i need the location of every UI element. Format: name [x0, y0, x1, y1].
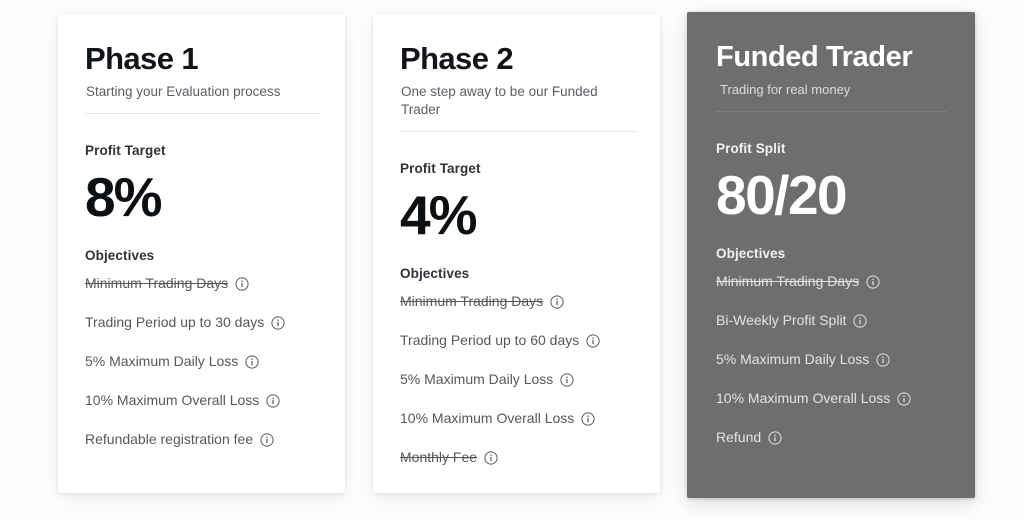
- objective-text: 10% Maximum Overall Loss: [400, 409, 575, 426]
- objective-text: Refund: [716, 428, 762, 445]
- objectives-label: Objectives: [85, 248, 155, 263]
- metric-label: Profit Split: [716, 141, 786, 156]
- objectives-list: Minimum Trading Days Trading Period up to…: [400, 281, 634, 476]
- header-divider: [400, 131, 636, 132]
- metric-value: 8%: [85, 166, 163, 228]
- objective-item: 10% Maximum Overall Loss: [400, 398, 634, 437]
- objective-text: Refundable registration fee: [85, 430, 254, 447]
- info-icon[interactable]: [260, 432, 274, 447]
- objective-item: Trading Period up to 60 days: [400, 320, 634, 359]
- objectives-label: Objectives: [400, 266, 470, 281]
- metric-label: Profit Target: [85, 143, 166, 158]
- objective-item: Minimum Trading Days: [400, 281, 634, 320]
- info-icon[interactable]: [235, 276, 249, 291]
- pricing-card-funded-trader[interactable]: Funded Trader Trading for real money Pro…: [687, 12, 975, 498]
- info-icon[interactable]: [271, 315, 285, 330]
- metric-label: Profit Target: [400, 161, 481, 176]
- info-icon[interactable]: [266, 393, 280, 408]
- objective-item: 5% Maximum Daily Loss: [716, 339, 949, 378]
- objectives-label: Objectives: [716, 246, 786, 261]
- objective-item: Minimum Trading Days: [716, 261, 949, 300]
- info-icon[interactable]: [866, 274, 880, 289]
- objective-item: Bi-Weekly Profit Split: [716, 300, 949, 339]
- card-content: Funded Trader Trading for real money Pro…: [687, 12, 975, 498]
- card-subtitle: One step away to be our Funded Trader: [401, 84, 598, 117]
- card-subtitle: Starting your Evaluation process: [86, 84, 281, 99]
- objective-text: 5% Maximum Daily Loss: [716, 350, 870, 367]
- header-divider: [716, 111, 947, 112]
- objective-text: Minimum Trading Days: [400, 292, 544, 309]
- objectives-list: Minimum Trading Days Bi-Weekly Profit Spl…: [716, 261, 949, 456]
- metric-value: 80/20: [716, 164, 848, 226]
- metric-value: 4%: [400, 184, 478, 246]
- objective-text: 5% Maximum Daily Loss: [400, 370, 554, 387]
- info-icon[interactable]: [768, 430, 782, 445]
- pricing-card-phase-1[interactable]: Phase 1 Starting your Evaluation process…: [58, 14, 345, 493]
- objective-text: Trading Period up to 30 days: [85, 313, 265, 330]
- info-icon[interactable]: [484, 450, 498, 465]
- card-title: Phase 2: [400, 41, 514, 76]
- info-icon[interactable]: [581, 411, 595, 426]
- objective-item: Minimum Trading Days: [85, 263, 319, 302]
- objective-text: 10% Maximum Overall Loss: [716, 389, 891, 406]
- card-title: Funded Trader: [716, 41, 913, 73]
- objective-item: 10% Maximum Overall Loss: [716, 378, 949, 417]
- objectives-list: Minimum Trading Days Trading Period up to…: [85, 263, 319, 458]
- card-content: Phase 2 One step away to be our Funded T…: [373, 14, 660, 493]
- objective-text: 5% Maximum Daily Loss: [85, 352, 239, 369]
- info-icon[interactable]: [586, 333, 600, 348]
- objective-text: 10% Maximum Overall Loss: [85, 391, 260, 408]
- info-icon[interactable]: [560, 372, 574, 387]
- info-icon[interactable]: [853, 313, 868, 328]
- objective-text: Minimum Trading Days: [85, 274, 229, 291]
- card-content: Phase 1 Starting your Evaluation process…: [58, 14, 345, 493]
- objective-text: Trading Period up to 60 days: [400, 331, 580, 348]
- info-icon[interactable]: [897, 391, 911, 406]
- info-icon[interactable]: [245, 354, 259, 369]
- objective-item: Monthly Fee: [400, 437, 634, 476]
- objective-text: Bi-Weekly Profit Split: [716, 311, 847, 328]
- objective-item: 5% Maximum Daily Loss: [85, 341, 319, 380]
- objective-item: Trading Period up to 30 days: [85, 302, 319, 341]
- pricing-card-phase-2[interactable]: Phase 2 One step away to be our Funded T…: [373, 14, 660, 493]
- info-icon[interactable]: [550, 294, 564, 309]
- objective-item: Refund: [716, 417, 949, 456]
- card-title: Phase 1: [85, 41, 199, 76]
- objective-item: 10% Maximum Overall Loss: [85, 380, 319, 419]
- pricing-tiers-board: Phase 1 Starting your Evaluation process…: [0, 0, 1024, 521]
- card-subtitle: Trading for real money: [720, 82, 851, 97]
- header-divider: [85, 113, 321, 114]
- objective-text: Minimum Trading Days: [716, 272, 860, 289]
- objective-item: 5% Maximum Daily Loss: [400, 359, 634, 398]
- info-icon[interactable]: [876, 352, 890, 367]
- objective-text: Monthly Fee: [400, 448, 478, 465]
- objective-item: Refundable registration fee: [85, 419, 319, 458]
